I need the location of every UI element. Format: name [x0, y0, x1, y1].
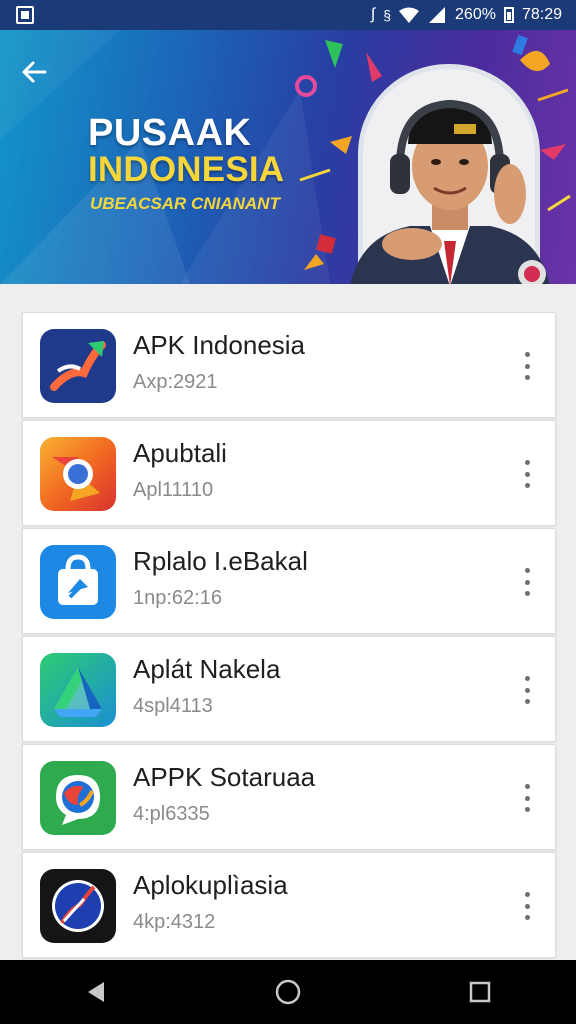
app-subtitle: Apl11110 — [133, 479, 214, 501]
arrow-trend-icon — [40, 329, 116, 403]
nav-back-button[interactable] — [66, 967, 126, 1017]
app-name: Aplokuplìasia — [133, 870, 288, 900]
app-subtitle: 4kp:4312 — [133, 911, 216, 933]
drive-like-icon — [40, 653, 116, 727]
list-item[interactable]: Rplalo I.eBakal 1np:62:16 — [22, 528, 556, 634]
vibrate-icon: § — [383, 7, 392, 23]
list-item[interactable]: APK Indonesia Axp:2921 — [22, 312, 556, 418]
banner-title: PUSAAK — [88, 112, 252, 154]
back-button[interactable] — [14, 52, 54, 92]
clock: 78:29 — [521, 6, 562, 23]
header-banner: PUSAAK INDONESIA UBEACSAR CNIANANT — [0, 30, 576, 284]
banner-subtitle: UBEACSAR CNIANANT — [90, 194, 280, 213]
list-item[interactable]: Aplokuplìasia 4kp:4312 — [22, 852, 556, 958]
compass-icon — [40, 869, 116, 943]
app-name: APPK Sotaruaa — [133, 762, 316, 792]
list-item[interactable]: Aplát Nakela 4spl4113 — [22, 636, 556, 742]
notification-icon — [16, 6, 34, 24]
back-icon — [88, 982, 104, 1002]
banner-title-second-line: INDONESIA — [88, 150, 285, 189]
battery-percent: 260% — [455, 6, 496, 23]
arrow-left-icon — [22, 61, 47, 83]
status-bar: ∫ § 260% 78:29 — [0, 0, 576, 30]
nav-home-button[interactable] — [258, 967, 318, 1017]
person-with-headphones-image — [350, 99, 550, 284]
app-name: APK Indonesia — [133, 330, 306, 360]
app-list: APK Indonesia Axp:2921 Apubtali Apl11110 — [22, 312, 556, 960]
more-options-button[interactable] — [515, 673, 539, 707]
signal-icon — [429, 7, 446, 23]
wifi-icon — [399, 7, 420, 23]
list-item[interactable]: Apubtali Apl11110 — [22, 420, 556, 526]
more-options-button[interactable] — [515, 889, 539, 923]
more-options-button[interactable] — [515, 565, 539, 599]
more-options-button[interactable] — [515, 457, 539, 491]
chat-globe-icon — [40, 761, 116, 835]
recents-icon — [469, 981, 491, 1003]
home-icon — [275, 979, 301, 1005]
more-options-button[interactable] — [515, 349, 539, 383]
shopping-bag-icon — [40, 545, 116, 619]
app-subtitle: 1np:62:16 — [133, 587, 222, 609]
bluetooth-icon: ∫ — [370, 6, 376, 23]
navigation-bar — [0, 960, 576, 1024]
app-subtitle: Axp:2921 — [133, 371, 218, 393]
app-name: Apubtali — [133, 438, 227, 468]
app-subtitle: 4spl4113 — [133, 695, 213, 717]
battery-icon — [503, 7, 514, 23]
list-item[interactable]: APPK Sotaruaa 4:pl6335 — [22, 744, 556, 850]
app-subtitle: 4:pl6335 — [133, 803, 210, 825]
app-name: Rplalo I.eBakal — [133, 546, 308, 576]
chrome-like-icon — [40, 437, 116, 511]
app-name: Aplát Nakela — [133, 654, 281, 684]
more-options-button[interactable] — [515, 781, 539, 815]
nav-recents-button[interactable] — [450, 967, 510, 1017]
